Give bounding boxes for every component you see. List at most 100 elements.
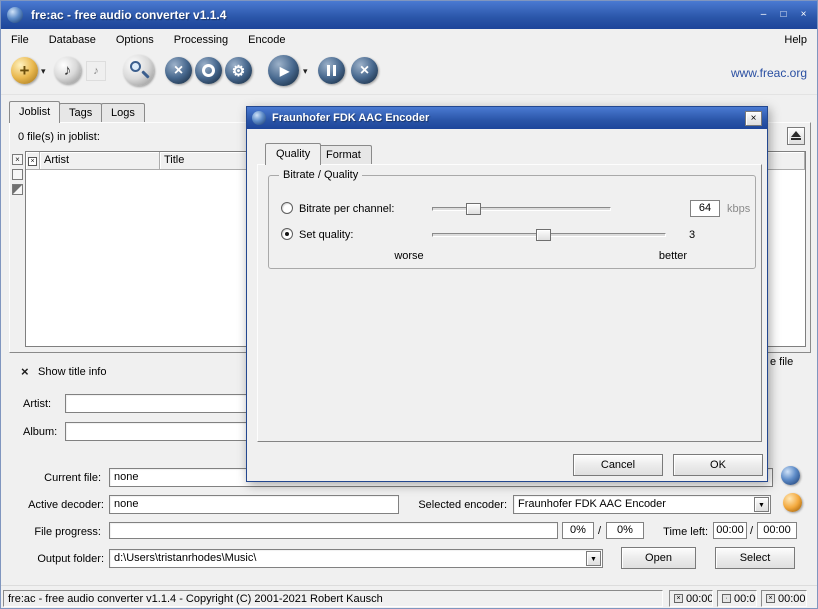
window-title: fre:ac - free audio converter v1.1.4: [31, 8, 756, 22]
bitrate-radio[interactable]: [281, 202, 293, 214]
pause-icon: [327, 65, 336, 76]
info-button[interactable]: [781, 466, 800, 485]
menu-encode[interactable]: Encode: [238, 29, 295, 51]
remove-entry-button: ♪: [86, 61, 106, 81]
pause-encoding-button[interactable]: [318, 57, 345, 84]
selected-encoder-value: Fraunhofer FDK AAC Encoder: [518, 498, 666, 510]
status-time-panel: · 00:00: [717, 590, 757, 607]
play-icon: ▶: [280, 64, 289, 78]
eject-icon-bar: [791, 138, 801, 140]
title-bar[interactable]: fre:ac - free audio converter v1.1.4 – □…: [1, 1, 817, 29]
active-decoder-label: Active decoder:: [1, 499, 104, 511]
status-time-panel: × 00:00: [669, 590, 713, 607]
show-title-info-label[interactable]: Show title info: [38, 366, 106, 378]
time-left-current: 00:00: [713, 522, 747, 539]
cancel-button[interactable]: Cancel: [573, 454, 663, 476]
time-icon: ×: [674, 594, 683, 603]
select-column-header[interactable]: ×: [26, 152, 40, 170]
tab-quality[interactable]: Quality: [265, 143, 321, 165]
cddb-query-button[interactable]: [123, 55, 154, 86]
magnifier-icon: [123, 55, 154, 86]
bitrate-slider[interactable]: [432, 207, 611, 211]
gear-icon: ⚙: [232, 62, 245, 80]
select-none-button[interactable]: [12, 169, 23, 180]
current-file-label: Current file:: [1, 472, 101, 484]
ok-button[interactable]: OK: [673, 454, 763, 476]
hide-title-info-icon[interactable]: ×: [21, 364, 29, 379]
quality-label[interactable]: Set quality:: [299, 229, 353, 241]
toggle-selection-button[interactable]: [12, 184, 23, 195]
plus-icon: +: [20, 62, 30, 79]
time-value: 00:00: [734, 593, 757, 605]
music-note-icon: ♪: [93, 65, 99, 77]
artist-column-header[interactable]: Artist: [40, 152, 160, 170]
quality-radio[interactable]: [281, 228, 293, 240]
folder-combo-arrow-icon[interactable]: ▼: [586, 551, 601, 566]
bitrate-slider-thumb[interactable]: [466, 203, 481, 215]
worse-label: worse: [387, 250, 431, 262]
tab-tags[interactable]: Tags: [59, 103, 102, 123]
start-encoding-button[interactable]: ▶: [268, 55, 299, 86]
start-encoding-dropdown-icon[interactable]: ▾: [303, 66, 308, 77]
tab-joblist[interactable]: Joblist: [9, 101, 60, 123]
encoder-dialog: Fraunhofer FDK AAC Encoder × Quality For…: [246, 106, 768, 482]
minimize-button[interactable]: –: [756, 8, 771, 23]
output-folder-value: d:\Users\tristanrhodes\Music\: [114, 552, 256, 564]
close-button[interactable]: ×: [796, 8, 811, 23]
dialog-close-button[interactable]: ×: [745, 111, 762, 126]
quality-slider-thumb[interactable]: [536, 229, 551, 241]
window-controls: – □ ×: [756, 8, 811, 23]
active-decoder-field: none: [109, 495, 399, 514]
joblist-count: 0 file(s) in joblist:: [18, 131, 100, 143]
kbps-label: kbps: [727, 203, 750, 215]
add-cd-button[interactable]: ♪: [54, 57, 81, 84]
music-note-icon: ♪: [64, 62, 72, 79]
add-files-dropdown-icon[interactable]: ▾: [41, 66, 46, 77]
menu-file[interactable]: File: [1, 29, 39, 51]
output-folder-label: Output folder:: [1, 553, 104, 565]
file-progress-label: File progress:: [1, 526, 101, 538]
dialog-title-bar[interactable]: Fraunhofer FDK AAC Encoder ×: [247, 107, 767, 129]
eject-disc-button[interactable]: [787, 127, 805, 145]
status-time-panel: × 00:00: [761, 590, 807, 607]
tab-logs[interactable]: Logs: [101, 103, 145, 123]
artist-label: Artist:: [23, 398, 51, 410]
album-label: Album:: [23, 426, 57, 438]
cddb-manage-button[interactable]: [195, 57, 222, 84]
menu-help[interactable]: Help: [774, 29, 817, 51]
bitrate-quality-groupbox: Bitrate / Quality Bitrate per channel: 6…: [268, 175, 756, 269]
bitrate-label[interactable]: Bitrate per channel:: [299, 203, 394, 215]
selected-encoder-combo[interactable]: Fraunhofer FDK AAC Encoder ▼: [513, 495, 771, 514]
settings-button[interactable]: ⚙: [225, 57, 252, 84]
remove-all-button[interactable]: ×: [165, 57, 192, 84]
tab-format[interactable]: Format: [315, 145, 372, 164]
maximize-button[interactable]: □: [776, 8, 791, 23]
open-folder-button[interactable]: Open: [621, 547, 696, 569]
app-window: fre:ac - free audio converter v1.1.4 – □…: [0, 0, 818, 609]
file-progress-bar: [109, 522, 558, 539]
encoder-combo-arrow-icon[interactable]: ▼: [754, 497, 769, 512]
time-value: 00:00: [778, 593, 806, 605]
select-folder-button[interactable]: Select: [715, 547, 795, 569]
slash: /: [750, 525, 753, 537]
freac-website-link[interactable]: www.freac.org: [731, 66, 807, 80]
eject-icon: [791, 131, 801, 137]
time-left-label: Time left:: [646, 526, 708, 538]
bitrate-value-input[interactable]: 64: [690, 200, 720, 217]
total-progress-percent: 0%: [606, 522, 644, 539]
menu-processing[interactable]: Processing: [164, 29, 238, 51]
stop-encoding-button[interactable]: ×: [351, 57, 378, 84]
add-files-button[interactable]: +: [11, 57, 38, 84]
donate-button[interactable]: [783, 493, 802, 512]
status-text: fre:ac - free audio converter v1.1.4 - C…: [8, 593, 383, 605]
partial-label: e file: [770, 356, 793, 368]
file-progress-percent: 0%: [562, 522, 594, 539]
menu-database[interactable]: Database: [39, 29, 106, 51]
menu-bar: File Database Options Processing Encode …: [1, 29, 817, 51]
output-folder-combo[interactable]: d:\Users\tristanrhodes\Music\ ▼: [109, 549, 603, 568]
dialog-icon: [252, 111, 266, 125]
toolbar: + ▾ ♪ ♪ × ⚙ ▶ ▾ × www.freac.org: [1, 51, 817, 95]
select-all-button[interactable]: ×: [12, 154, 23, 165]
menu-options[interactable]: Options: [106, 29, 164, 51]
cross-icon: ×: [174, 63, 183, 79]
